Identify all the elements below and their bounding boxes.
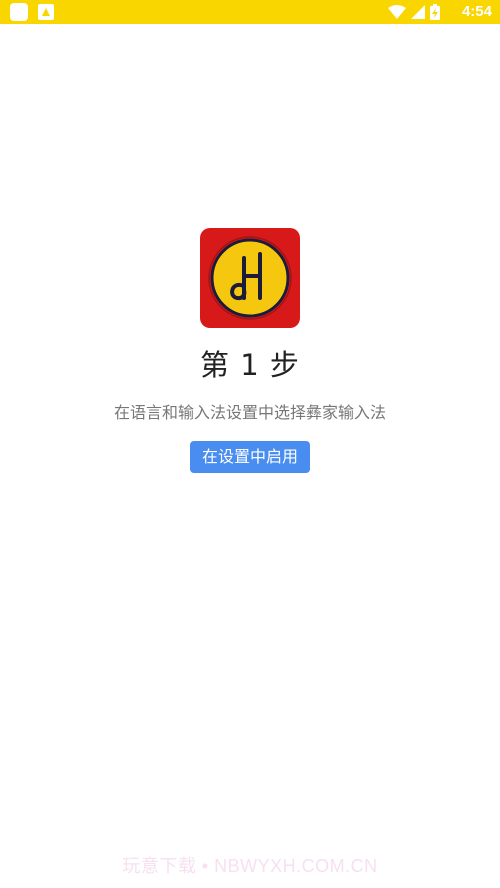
enable-in-settings-button[interactable]: 在设置中启用: [190, 441, 310, 473]
battery-charging-icon: [430, 4, 440, 20]
status-time: 4:54: [461, 3, 492, 20]
watermark: 玩意下载 • NBWYXH.COM.CN: [122, 856, 378, 876]
gallery-notification-icon: [38, 4, 54, 20]
step-title: 第 1 步: [200, 348, 300, 382]
notification-square-icon: [10, 3, 28, 21]
yi-keyboard-logo-icon: [208, 236, 292, 320]
cell-signal-icon: [411, 5, 425, 19]
app-logo: [200, 228, 300, 328]
wifi-icon: [388, 5, 406, 19]
status-bar: 4:54: [0, 0, 500, 24]
step-description: 在语言和输入法设置中选择彝家输入法: [113, 403, 386, 422]
